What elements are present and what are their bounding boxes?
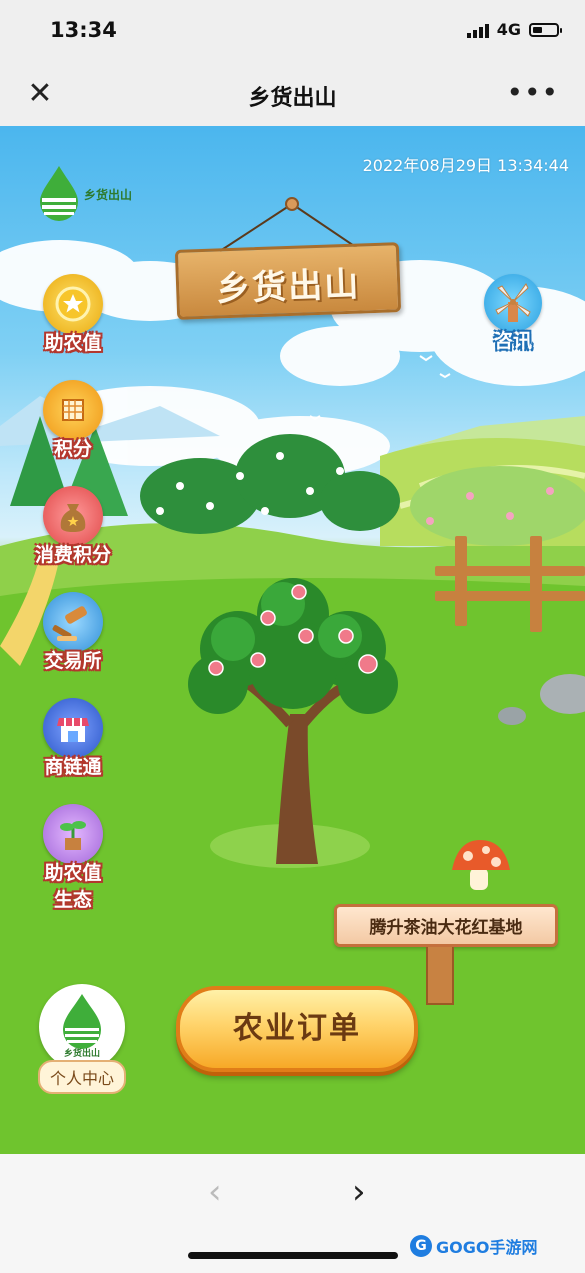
status-bar: 13:34 4G <box>0 0 585 62</box>
title-sign: 乡货出山 <box>170 196 402 336</box>
menu-label: 消费积分 <box>34 544 111 566</box>
menu-label: 交易所 <box>44 650 102 672</box>
menu-label: 咨讯 <box>493 330 532 352</box>
more-icon[interactable]: ••• <box>506 76 559 109</box>
menu-zixun[interactable]: 咨讯 <box>477 274 549 353</box>
drop-logo-icon <box>40 166 78 221</box>
profile-center[interactable]: 乡货出山 个人中心 <box>36 984 128 1094</box>
game-scene: 2022年08月29日 13:34:44 乡货出山 乡货出山 助农值 积分 消费… <box>0 126 585 1154</box>
menu-shangliantong[interactable]: 商链通 <box>22 698 124 779</box>
chevron-left-icon[interactable]: ‹ <box>208 1172 222 1212</box>
watermark: G GOGO手游网 <box>410 1234 537 1258</box>
battery-icon <box>529 22 562 37</box>
menu-zhunongzhi-shengtai[interactable]: 助农值 生态 <box>22 804 124 912</box>
menu-label: 商链通 <box>44 756 102 778</box>
brand-logo: 乡货出山 <box>36 164 146 224</box>
money-bag-icon <box>43 486 103 546</box>
menu-jifen[interactable]: 积分 <box>22 380 124 461</box>
page-title: 乡货出山 <box>248 86 337 111</box>
menu-label: 助农值 <box>44 332 102 354</box>
datetime-label: 2022年08月29日 13:34:44 <box>362 156 569 175</box>
home-indicator[interactable] <box>188 1252 398 1259</box>
signal-icon <box>466 22 489 38</box>
bottom-toolbar: ‹ › G GOGO手游网 <box>0 1154 585 1273</box>
points-icon <box>43 380 103 440</box>
brand-text: 乡货出山 <box>84 188 133 202</box>
chevron-right-icon[interactable]: › <box>352 1172 366 1212</box>
network-label: 4G <box>496 20 521 39</box>
menu-xiaofeijifen[interactable]: 消费积分 <box>22 486 124 567</box>
nav-bar: ✕ 乡货出山 ••• <box>0 62 585 126</box>
profile-label: 个人中心 <box>38 1060 126 1094</box>
watermark-logo-icon: G <box>410 1235 432 1257</box>
seedling-icon <box>43 804 103 864</box>
status-time: 13:34 <box>50 18 117 42</box>
watermark-text: GOGO手游网 <box>436 1238 538 1257</box>
sign-post <box>426 947 454 1005</box>
profile-brand-text: 乡货出山 <box>63 1049 100 1059</box>
mushroom-icon <box>452 840 510 890</box>
menu-label: 助农值 <box>44 862 102 884</box>
status-indicators: 4G <box>466 20 562 39</box>
menu-label: 积分 <box>53 438 92 460</box>
fruit-tree[interactable] <box>178 574 408 874</box>
windmill-icon <box>484 274 542 332</box>
menu-jiaoyisuo[interactable]: 交易所 <box>22 592 124 673</box>
gavel-icon <box>43 592 103 652</box>
base-sign-label: 腾升茶油大花红基地 <box>334 904 558 947</box>
menu-zhunongzhi[interactable]: 助农值 <box>22 274 124 355</box>
menu-label-line2: 生态 <box>53 889 92 911</box>
shop-icon <box>43 698 103 758</box>
profile-avatar: 乡货出山 <box>39 984 125 1070</box>
sign-title: 乡货出山 <box>215 264 361 310</box>
agri-order-button[interactable]: 农业订单 <box>176 986 418 1072</box>
star-coin-icon <box>43 274 103 334</box>
sign-board: 乡货出山 <box>174 242 402 320</box>
